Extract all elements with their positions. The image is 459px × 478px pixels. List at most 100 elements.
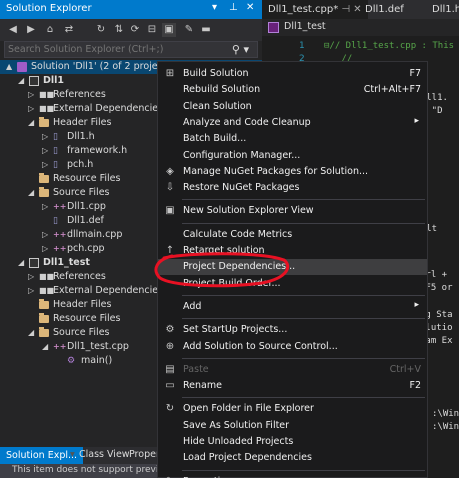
menu-item-add-solution-to-source-control[interactable]: ⊕ Add Solution to Source Control... bbox=[158, 339, 427, 355]
menu-item-set-startup-projects[interactable]: ⚙ Set StartUp Projects... bbox=[158, 322, 427, 338]
preview-selected-icon[interactable]: ▬ bbox=[199, 23, 213, 37]
tab-close-icon[interactable]: ✕ bbox=[353, 4, 361, 15]
tree-node-label: Dll1.def bbox=[67, 215, 104, 226]
references-icon: ■■ bbox=[39, 286, 55, 295]
menu-item-properties[interactable]: ✎Properties bbox=[158, 474, 427, 478]
sync-icon[interactable]: ⇅ bbox=[112, 23, 126, 37]
home-icon[interactable]: ⌂ bbox=[43, 23, 57, 37]
close-icon[interactable]: ✕ bbox=[246, 2, 254, 13]
pending-changes-icon[interactable]: ↻ bbox=[94, 23, 108, 37]
expand-collapse-icon[interactable]: ▲ bbox=[6, 61, 15, 73]
refresh-icon[interactable]: ⟳ bbox=[128, 23, 142, 37]
status-text: This item does not support previ bbox=[12, 465, 159, 475]
expand-collapse-icon[interactable]: ▷ bbox=[28, 271, 37, 283]
properties-wrench-icon[interactable]: ✎ bbox=[182, 23, 196, 37]
menu-item-clean-solution[interactable]: Clean Solution bbox=[158, 99, 427, 115]
menu-item-configuration-manager[interactable]: Configuration Manager... bbox=[158, 148, 427, 164]
cpp-file-icon: ++ bbox=[53, 230, 67, 239]
menu-item-project-dependencies[interactable]: Project Dependencies... bbox=[158, 259, 427, 276]
expand-collapse-icon[interactable]: ▷ bbox=[42, 229, 51, 241]
menu-item-batch-build[interactable]: Batch Build... bbox=[158, 131, 427, 147]
window-position-dropdown-icon[interactable]: ▾ bbox=[212, 2, 217, 13]
folder-icon bbox=[39, 117, 49, 127]
menu-item-manage-nuget-packages-for-solution[interactable]: ◈ Manage NuGet Packages for Solution... bbox=[158, 164, 427, 180]
menu-item-paste[interactable]: ▤ Paste Ctrl+V bbox=[158, 362, 427, 378]
menu-shortcut: F7 bbox=[409, 68, 421, 79]
collapse-all-icon[interactable]: ⊟ bbox=[145, 23, 159, 37]
expand-collapse-icon[interactable]: ▷ bbox=[42, 145, 51, 157]
menu-item-label: Manage NuGet Packages for Solution... bbox=[183, 165, 369, 177]
expand-collapse-icon[interactable]: ◢ bbox=[18, 257, 27, 269]
tab-dll1-test-cpp[interactable]: Dll1_test.cpp* ⊣ ✕ bbox=[262, 0, 368, 19]
expand-collapse-icon[interactable]: ▷ bbox=[42, 201, 51, 213]
folder-icon bbox=[39, 299, 49, 309]
tree-node-label: References bbox=[53, 89, 106, 100]
menu-item-new-solution-explorer-view[interactable]: ▣ New Solution Explorer View bbox=[158, 203, 427, 219]
menu-item-label: Hide Unloaded Projects bbox=[183, 436, 294, 447]
expand-collapse-icon[interactable]: ▷ bbox=[28, 285, 37, 297]
document-tab-strip: Dll1_test.cpp* ⊣ ✕ Dll1.def Dll1.h bbox=[262, 0, 459, 19]
menu-item-open-folder-in-file-explorer[interactable]: ↻ Open Folder in File Explorer bbox=[158, 401, 427, 417]
restore-icon: ⇩ bbox=[165, 182, 175, 194]
menu-item-save-as-solution-filter[interactable]: Save As Solution Filter bbox=[158, 418, 427, 434]
menu-shortcut: Ctrl+Alt+F7 bbox=[363, 84, 421, 96]
menu-item-label: Rebuild Solution bbox=[183, 84, 261, 96]
menu-item-load-project-dependencies[interactable]: Load Project Dependencies bbox=[158, 450, 427, 466]
expand-collapse-icon[interactable]: ▷ bbox=[28, 103, 37, 115]
tree-node-label: References bbox=[53, 271, 106, 282]
expand-collapse-icon[interactable]: ▷ bbox=[42, 243, 51, 255]
search-box[interactable]: ⚲ ▾ bbox=[4, 41, 258, 58]
pin-icon[interactable]: ⊥ bbox=[229, 2, 238, 13]
forward-icon[interactable]: ▶ bbox=[24, 23, 38, 37]
menu-item-label: Paste bbox=[183, 363, 209, 375]
search-icon[interactable]: ⚲ ▾ bbox=[232, 43, 249, 56]
menu-item-calculate-code-metrics[interactable]: Calculate Code Metrics bbox=[158, 227, 427, 243]
references-icon: ■■ bbox=[39, 104, 55, 113]
menu-item-label: Clean Solution bbox=[183, 100, 252, 112]
header-file-icon: ▯ bbox=[53, 216, 58, 226]
menu-item-analyze-and-code-cleanup[interactable]: Analyze and Code Cleanup ▸ bbox=[158, 115, 427, 131]
tab-dll1-h[interactable]: Dll1.h bbox=[432, 0, 459, 19]
expand-collapse-icon[interactable]: ◢ bbox=[42, 341, 51, 353]
expand-collapse-icon[interactable]: ◢ bbox=[28, 117, 37, 129]
expand-collapse-icon[interactable]: ◢ bbox=[18, 75, 27, 87]
expand-collapse-icon[interactable]: ◢ bbox=[28, 187, 37, 199]
search-input[interactable] bbox=[8, 43, 228, 56]
menu-shortcut: F2 bbox=[409, 380, 421, 392]
menu-item-project-build-order[interactable]: Project Build Order... bbox=[158, 276, 427, 292]
folder-icon bbox=[39, 187, 49, 197]
menu-item-add[interactable]: Add ▸ bbox=[158, 299, 427, 315]
menu-item-rebuild-solution[interactable]: Rebuild Solution Ctrl+Alt+F7 bbox=[158, 82, 427, 98]
expand-collapse-icon[interactable]: ▷ bbox=[28, 89, 37, 101]
tree-node-label: Source Files bbox=[53, 327, 110, 338]
tree-node-label: dllmain.cpp bbox=[67, 229, 123, 240]
build-icon: ⊞ bbox=[165, 68, 175, 79]
navigation-bar[interactable]: Dll1_test bbox=[262, 19, 459, 36]
switch-views-icon[interactable]: ⇄ bbox=[62, 23, 76, 37]
solution-icon bbox=[17, 62, 27, 72]
tree-node-label: Header Files bbox=[53, 117, 112, 128]
menu-item-rename[interactable]: ▭ Rename F2 bbox=[158, 378, 427, 394]
code-line: :\Windo bbox=[432, 409, 459, 419]
expand-collapse-icon[interactable]: ▷ bbox=[42, 131, 51, 143]
tab-pin-icon[interactable]: ⊣ bbox=[341, 4, 350, 15]
references-icon: ■■ bbox=[39, 90, 55, 99]
menu-item-label: Rename bbox=[183, 380, 222, 392]
tab-class-view[interactable]: Class View bbox=[79, 449, 130, 460]
tree-node-label: Header Files bbox=[53, 299, 112, 310]
menu-item-retarget-solution[interactable]: ↑ Retarget solution bbox=[158, 243, 427, 259]
cpp-file-icon: ++ bbox=[53, 342, 67, 351]
menu-item-hide-unloaded-projects[interactable]: Hide Unloaded Projects bbox=[158, 434, 427, 450]
show-all-files-icon[interactable]: ▣ bbox=[162, 23, 176, 37]
menu-item-label: New Solution Explorer View bbox=[183, 205, 314, 217]
menu-item-build-solution[interactable]: ⊞ Build Solution F7 bbox=[158, 66, 427, 82]
function-icon: ⚙ bbox=[67, 356, 76, 366]
expand-collapse-icon[interactable]: ◢ bbox=[28, 327, 37, 339]
expand-collapse-icon[interactable]: ▷ bbox=[42, 159, 51, 171]
menu-separator bbox=[182, 357, 425, 359]
menu-item-restore-nuget-packages[interactable]: ⇩ Restore NuGet Packages bbox=[158, 180, 427, 196]
back-icon[interactable]: ◀ bbox=[6, 23, 20, 37]
tab-dll1-def[interactable]: Dll1.def bbox=[365, 0, 404, 19]
tree-node-label: framework.h bbox=[67, 145, 128, 156]
menu-shortcut: Ctrl+V bbox=[389, 363, 421, 375]
